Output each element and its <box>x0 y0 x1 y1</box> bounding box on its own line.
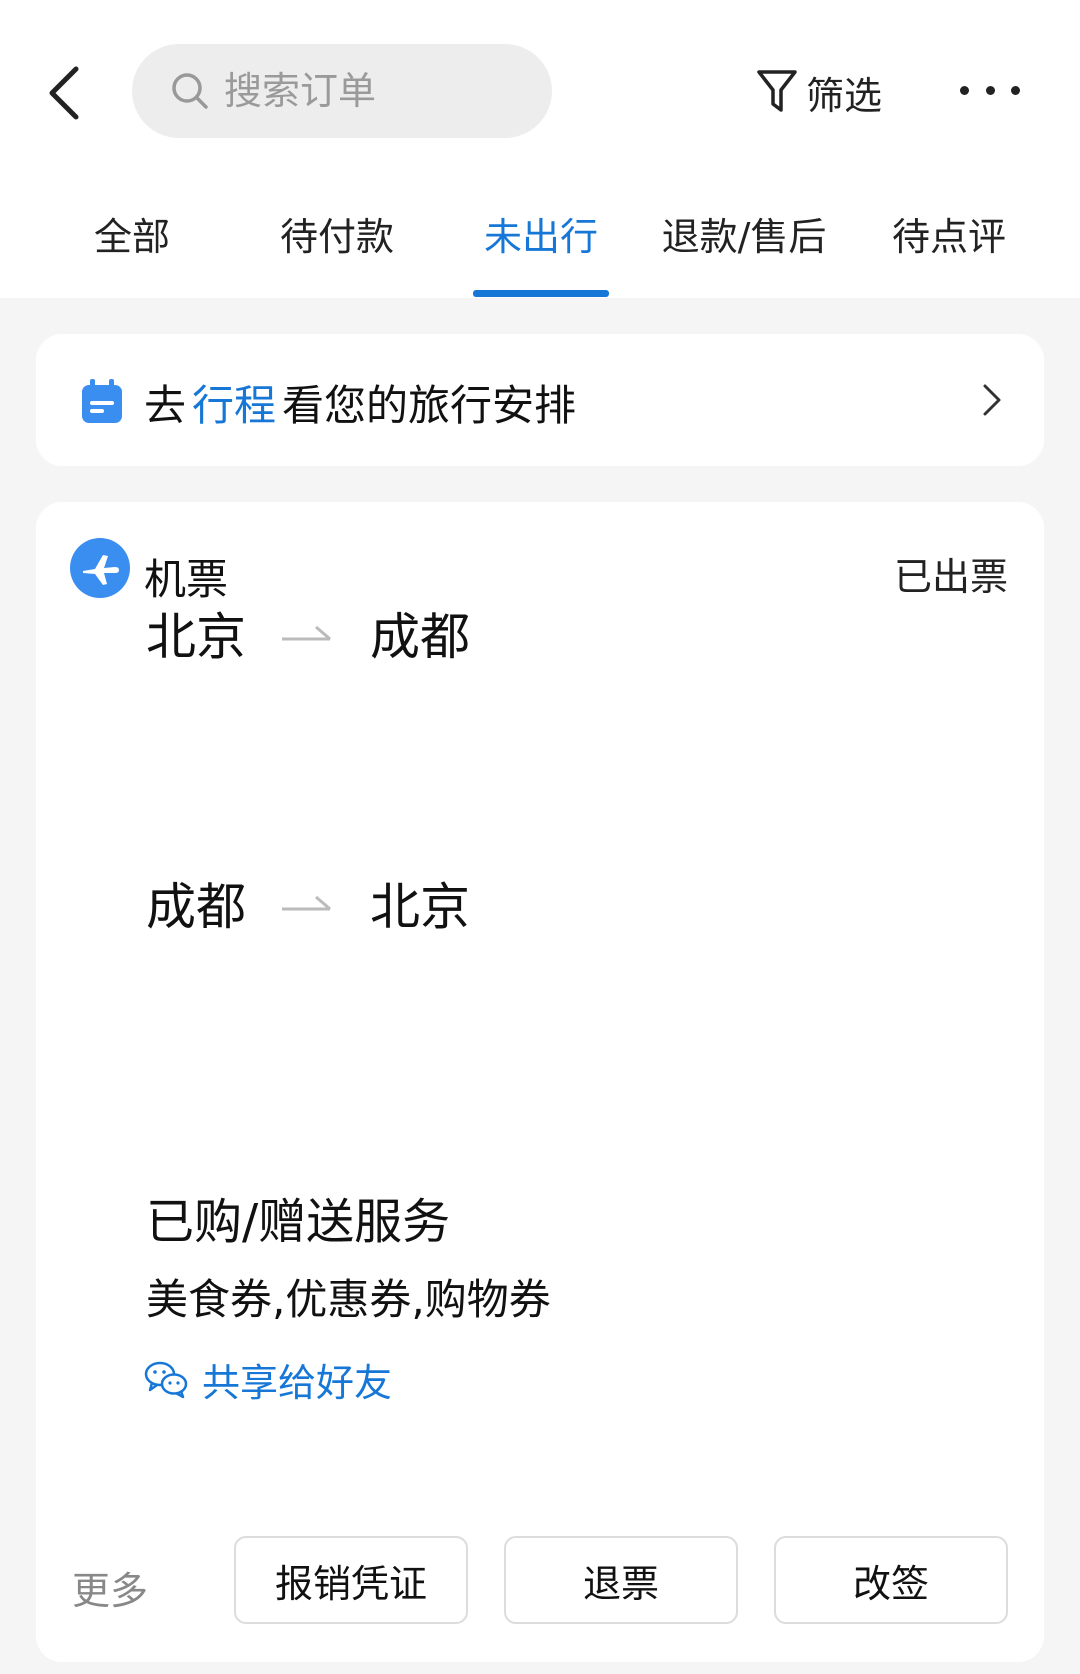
tab-all[interactable]: 全部 <box>94 206 170 266</box>
route-to: 北京 <box>370 878 470 936</box>
search-input[interactable] <box>224 69 504 113</box>
itinerary-link[interactable]: 行程 <box>192 381 276 430</box>
filter-icon <box>757 70 797 112</box>
tab-upcoming[interactable]: 未出行 <box>484 206 598 266</box>
change-ticket-button[interactable]: 改签 <box>774 1536 1008 1624</box>
chevron-right-icon <box>983 384 1001 416</box>
search-icon <box>172 73 208 109</box>
back-button[interactable] <box>34 58 94 128</box>
active-tab-indicator <box>473 290 609 297</box>
reimbursement-button[interactable]: 报销凭证 <box>234 1536 468 1624</box>
wechat-icon <box>144 1361 188 1399</box>
itinerary-text: 去行程 看您的旅行安排 <box>144 372 576 433</box>
filter-label: 筛选 <box>806 73 883 118</box>
refund-ticket-button[interactable]: 退票 <box>504 1536 738 1624</box>
search-box[interactable] <box>132 44 552 138</box>
dot-icon <box>1011 85 1020 95</box>
services-title: 已购/赠送服务 <box>146 1194 451 1250</box>
dot-icon <box>985 85 995 95</box>
itinerary-suffix: 看您的旅行安排 <box>282 381 577 430</box>
calendar-icon <box>82 379 122 423</box>
services-list: 美食券,优惠券,购物券 <box>146 1275 551 1324</box>
order-status: 已出票 <box>893 555 1008 599</box>
route-from: 北京 <box>146 608 246 666</box>
more-options-button[interactable] <box>960 70 1020 110</box>
tab-pending-payment[interactable]: 待付款 <box>280 206 394 266</box>
share-label: 共享给好友 <box>202 1360 393 1405</box>
arrow-right-icon <box>282 895 331 911</box>
filter-button[interactable]: 筛选 <box>756 62 882 122</box>
more-actions-button[interactable]: 更多 <box>72 1560 148 1615</box>
plane-icon <box>70 538 130 598</box>
share-button[interactable]: 共享给好友 <box>144 1354 393 1405</box>
itinerary-prefix: 去 <box>144 381 187 430</box>
route-from: 成都 <box>146 878 246 936</box>
tab-review[interactable]: 待点评 <box>892 206 1006 266</box>
route-return: 成都 北京 <box>146 868 470 938</box>
chevron-left-icon <box>49 66 79 120</box>
top-header: 筛选 全部 待付款 未出行 退款/售后 待点评 <box>0 0 1080 298</box>
order-tabs: 全部 待付款 未出行 退款/售后 待点评 <box>0 196 1080 298</box>
flight-order-card[interactable]: 机票 已出票 北京 成都 成都 北京 已购/赠送服务 美食券,优惠券,购物券 共… <box>36 502 1044 1662</box>
itinerary-banner[interactable]: 去行程 看您的旅行安排 <box>36 334 1044 466</box>
route-outbound: 北京 成都 <box>146 598 470 668</box>
tab-refund[interactable]: 退款/售后 <box>662 206 827 266</box>
route-to: 成都 <box>370 608 470 666</box>
dot-icon <box>960 85 969 95</box>
arrow-right-icon <box>282 625 331 641</box>
